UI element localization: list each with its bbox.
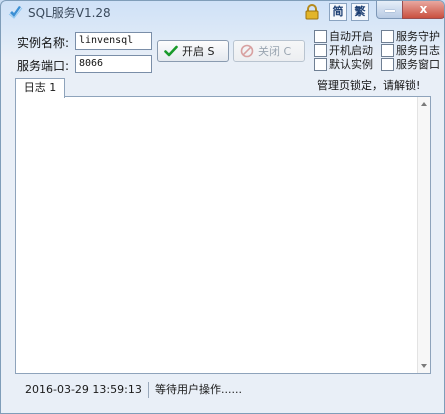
status-datetime: 2016-03-29 13:59:13 xyxy=(25,383,142,396)
service-port-input[interactable]: 8066 xyxy=(75,55,152,73)
status-separator xyxy=(148,382,149,398)
checkbox-box xyxy=(314,44,327,57)
checkmark-icon xyxy=(164,45,178,57)
scroll-down-arrow-icon[interactable] xyxy=(421,364,427,368)
lock-icon[interactable] xyxy=(305,4,319,20)
scroll-up-arrow-icon[interactable] xyxy=(421,102,427,106)
tab-log[interactable]: 日志 1 xyxy=(15,78,65,98)
lock-notice: 管理页锁定，请解锁! xyxy=(317,79,421,92)
app-window: SQL服务V1.28 简 繁 x 实例名称: linvensql 服务端口: 8… xyxy=(0,0,445,414)
status-bar: 2016-03-29 13:59:13 等待用户操作...... xyxy=(15,379,429,401)
prohibit-icon xyxy=(240,44,254,58)
instance-name-input[interactable]: linvensql xyxy=(75,32,152,50)
app-logo-icon xyxy=(8,6,23,19)
start-button-label: 开启 S xyxy=(182,45,215,58)
checkbox-box xyxy=(314,58,327,71)
checkbox-box xyxy=(314,30,327,43)
traditional-chinese-button[interactable]: 繁 xyxy=(351,3,369,21)
simplified-chinese-button[interactable]: 简 xyxy=(329,3,347,21)
log-panel xyxy=(15,96,431,374)
instance-name-label: 实例名称: xyxy=(17,36,70,50)
minimize-button[interactable] xyxy=(376,1,404,19)
stop-button-label: 关闭 C xyxy=(258,45,292,58)
tab-log-label: 日志 1 xyxy=(23,81,57,94)
status-message: 等待用户操作...... xyxy=(155,383,242,396)
stop-button[interactable]: 关闭 C xyxy=(233,40,305,62)
close-button[interactable]: x xyxy=(402,1,444,19)
service-port-label: 服务端口: xyxy=(17,59,70,73)
checkbox-box xyxy=(381,58,394,71)
start-button[interactable]: 开启 S xyxy=(157,40,229,62)
title-bar[interactable]: SQL服务V1.28 简 繁 x xyxy=(1,1,444,23)
log-scrollbar[interactable] xyxy=(417,97,430,373)
checkbox-box xyxy=(381,30,394,43)
checkbox-box xyxy=(381,44,394,57)
window-title: SQL服务V1.28 xyxy=(28,6,111,20)
